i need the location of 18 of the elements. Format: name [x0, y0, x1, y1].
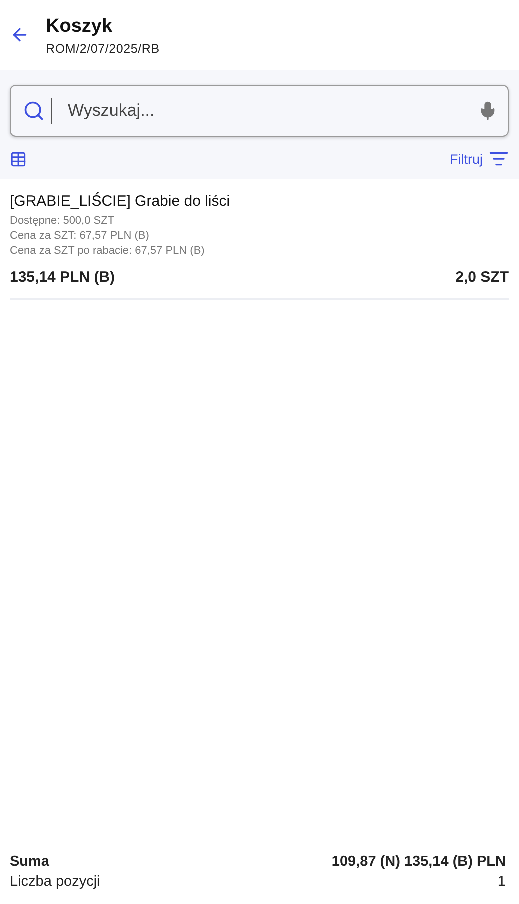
filter-button[interactable]: Filtruj	[450, 149, 509, 169]
product-detail: Cena za SZT: 67,57 PLN (B)	[10, 229, 150, 244]
item-total: 135,14 PLN (B)	[10, 269, 116, 286]
product-detail: Dostępne: 500,0 SZT	[10, 214, 116, 229]
page-title: Koszyk	[46, 16, 114, 38]
summary-value: 109,87 (N) 135,14 (B) PLN	[332, 854, 506, 870]
product-name: [GRABIE_LIŚCIE] Grabie do liści	[10, 193, 232, 210]
summary-label: Liczba pozycji	[10, 874, 100, 890]
table-view-button[interactable]	[10, 150, 27, 168]
search-input[interactable]: Wyszukaj...	[66, 100, 478, 122]
summary-label: Suma	[10, 854, 50, 870]
search-icon	[23, 100, 45, 122]
cart-item[interactable]: [GRABIE_LIŚCIE] Grabie do liści Dostępne: 500,0 SZT Cena za SZT: 67,57 PLN (B) Cena za SZT po rabacie: 67,57 PLN (B) 135,14 PLN (B) 2,0 SZT	[10, 193, 509, 300]
document-number: ROM/2/07/2025/RB	[46, 42, 160, 56]
product-detail: Cena za SZT po rabacie: 67,57 PLN (B)	[10, 244, 206, 259]
search-field[interactable]: Wyszukaj...	[10, 85, 509, 137]
summary-value: 1	[498, 874, 506, 890]
item-quantity: 2,0 SZT	[456, 269, 509, 286]
